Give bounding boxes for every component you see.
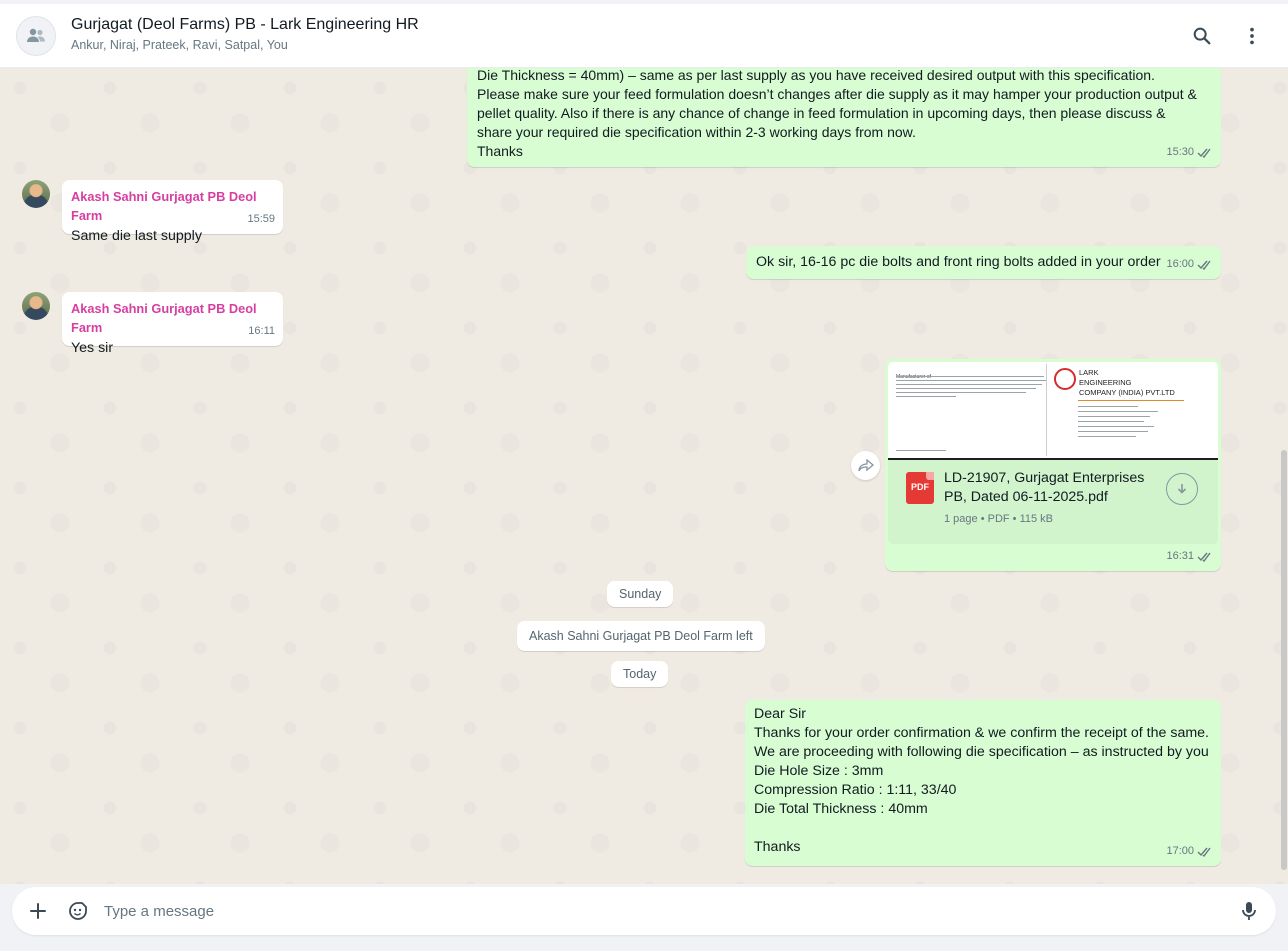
- double-check-icon: [1197, 148, 1211, 158]
- document-preview[interactable]: Manufacturer of LARK ENGINEERING COMPANY…: [888, 362, 1218, 460]
- message-time: 15:59: [247, 213, 275, 225]
- message-meta: 16:00: [1166, 255, 1213, 274]
- company-logo-icon: [1054, 368, 1076, 390]
- document-filename[interactable]: LD-21907, Gurjagat Enterprises PB, Dated…: [944, 469, 1154, 507]
- preview-text-line: [896, 388, 1036, 389]
- date-divider: Today: [611, 661, 669, 687]
- preview-text-line: [896, 396, 956, 397]
- message-time: 16:11: [248, 325, 275, 337]
- incoming-message[interactable]: Akash Sahni Gurjagat PB Deol Farm Same d…: [62, 180, 283, 244]
- preview-text-line: [1078, 421, 1144, 422]
- outgoing-message[interactable]: Dear Sir Thanks for your order confirmat…: [745, 700, 1221, 866]
- double-check-icon: [1197, 260, 1211, 270]
- preview-text-line: [1078, 411, 1158, 412]
- message-text: Yes sir: [71, 340, 114, 356]
- message-time: 16:00: [1166, 258, 1194, 270]
- message-composer[interactable]: [12, 887, 1276, 935]
- message-meta: 16:11: [248, 322, 275, 341]
- chat-participants[interactable]: Ankur, Niraj, Prateek, Ravi, Satpal, You: [71, 38, 288, 52]
- group-icon: [27, 28, 45, 42]
- document-details: 1 page • PDF • 115 kB: [944, 513, 1054, 525]
- outgoing-message[interactable]: Die Thickness = 40mm) – same as per last…: [467, 68, 1221, 167]
- message-meta: 17:00: [1166, 842, 1213, 861]
- preview-text-line: [1078, 406, 1138, 407]
- outgoing-message[interactable]: Ok sir, 16-16 pc die bolts and front rin…: [746, 246, 1221, 279]
- preview-text-line: [1078, 431, 1148, 432]
- message-text: Ok sir, 16-16 pc die bolts and front rin…: [756, 254, 1161, 270]
- scrollbar-thumb[interactable]: [1281, 450, 1287, 870]
- message-time: 17:00: [1166, 845, 1194, 857]
- sender-name[interactable]: Akash Sahni Gurjagat PB Deol Farm: [71, 187, 274, 225]
- message-meta: 16:31: [1166, 547, 1213, 566]
- preview-text-line: [1078, 436, 1136, 437]
- message-text: Dear Sir Thanks for your order confirmat…: [754, 706, 1209, 855]
- preview-rule: [1078, 400, 1184, 401]
- group-avatar[interactable]: [16, 16, 56, 56]
- double-check-icon: [1197, 552, 1211, 562]
- date-divider: Sunday: [607, 581, 674, 607]
- document-info[interactable]: PDF LD-21907, Gurjagat Enterprises PB, D…: [888, 460, 1218, 544]
- sender-avatar[interactable]: [22, 292, 50, 320]
- message-input[interactable]: [104, 899, 1214, 923]
- microphone-icon[interactable]: [1237, 899, 1261, 923]
- chat-header: Gurjagat (Deol Farms) PB - Lark Engineer…: [0, 4, 1288, 68]
- preview-company-name: LARK ENGINEERING COMPANY (INDIA) PVT.LTD: [1079, 368, 1175, 397]
- forward-button[interactable]: [851, 451, 880, 480]
- message-time: 15:30: [1166, 146, 1194, 158]
- preview-text-line: [896, 376, 1044, 377]
- preview-text-line: [896, 450, 946, 451]
- forward-icon: [857, 458, 874, 471]
- sender-avatar[interactable]: [22, 180, 50, 208]
- kebab-menu-icon[interactable]: [1240, 24, 1264, 48]
- sender-name[interactable]: Akash Sahni Gurjagat PB Deol Farm: [71, 299, 274, 337]
- preview-text-line: [1078, 416, 1150, 417]
- preview-text-line: [1078, 426, 1154, 427]
- download-button[interactable]: [1166, 473, 1198, 505]
- chat-title[interactable]: Gurjagat (Deol Farms) PB - Lark Engineer…: [71, 16, 419, 34]
- document-message[interactable]: Manufacturer of LARK ENGINEERING COMPANY…: [885, 359, 1221, 571]
- message-time: 16:31: [1166, 550, 1194, 562]
- pdf-file-icon: PDF: [906, 472, 934, 504]
- preview-divider: [1046, 364, 1047, 456]
- double-check-icon: [1197, 847, 1211, 857]
- system-notice: Akash Sahni Gurjagat PB Deol Farm left: [517, 621, 765, 651]
- incoming-message[interactable]: Akash Sahni Gurjagat PB Deol Farm Yes si…: [62, 292, 283, 356]
- chat-scrollbar[interactable]: [1280, 68, 1288, 884]
- message-text: Die Thickness = 40mm) – same as per last…: [477, 68, 1197, 159]
- message-meta: 15:30: [1166, 143, 1213, 162]
- message-meta: 15:59: [247, 210, 275, 229]
- preview-text-line: [896, 380, 1046, 381]
- pdf-label: PDF: [911, 482, 929, 492]
- preview-text-line: [896, 392, 1026, 393]
- message-text: Same die last supply: [71, 228, 202, 244]
- plus-icon[interactable]: [26, 899, 50, 923]
- conversation-panel[interactable]: Die Thickness = 40mm) – same as per last…: [0, 68, 1288, 884]
- search-icon[interactable]: [1190, 24, 1214, 48]
- sticker-icon[interactable]: [66, 899, 90, 923]
- preview-text-line: [896, 384, 1042, 385]
- download-icon: [1177, 484, 1187, 494]
